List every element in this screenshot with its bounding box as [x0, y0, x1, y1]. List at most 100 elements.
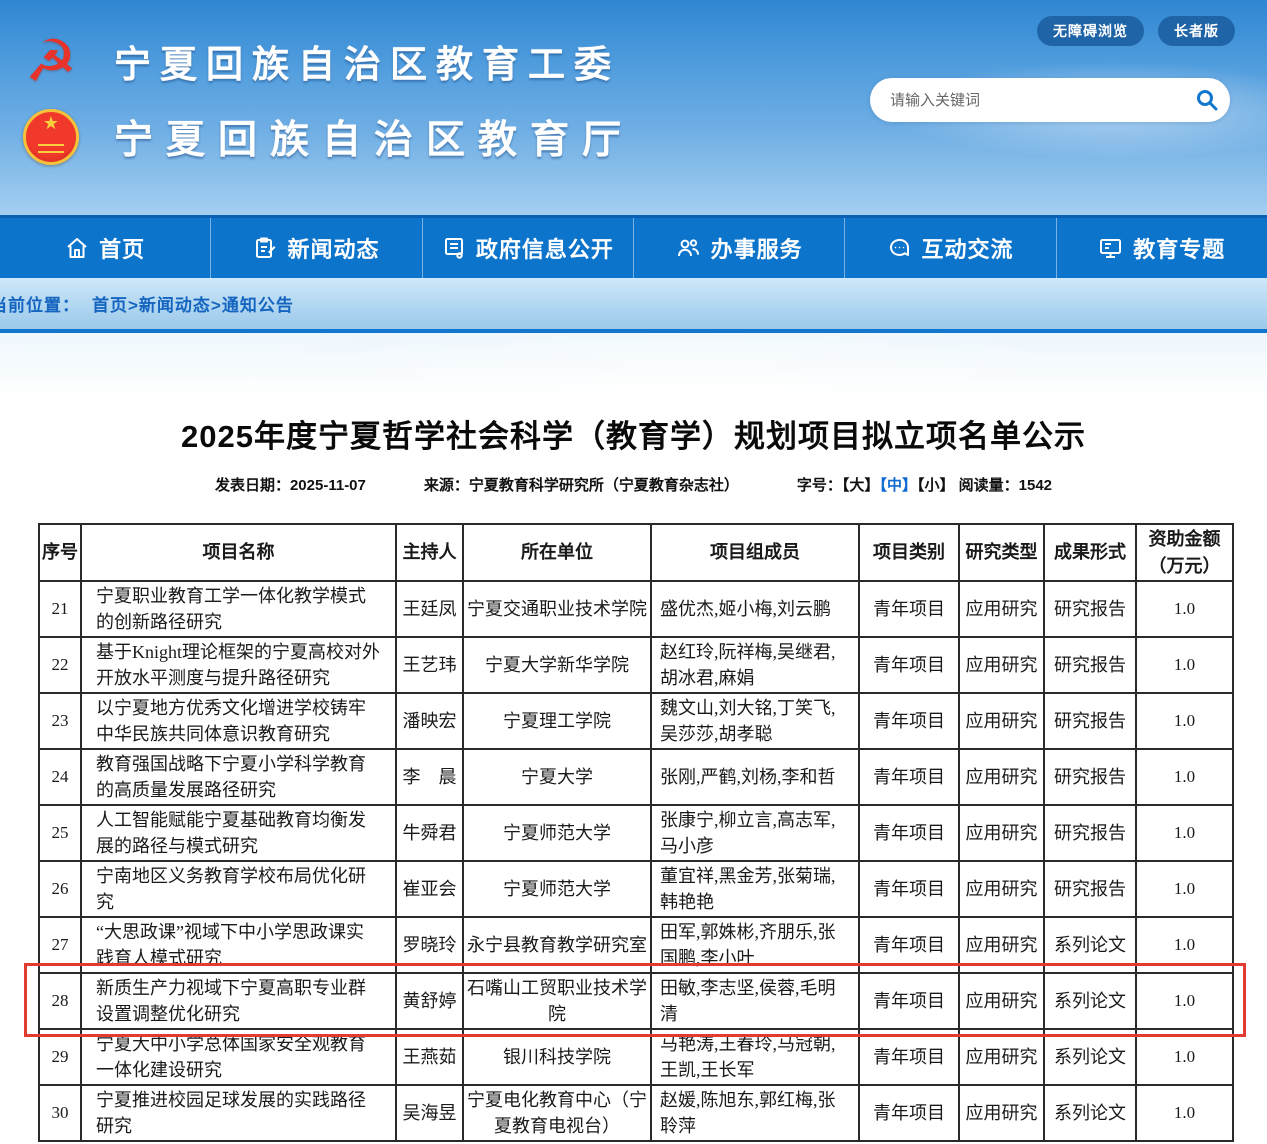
- article-source: 来源：宁夏教育科学研究所（宁夏教育杂志社）: [424, 474, 739, 495]
- cell-result-form: 研究报告: [1044, 861, 1136, 917]
- search-icon: [1195, 88, 1219, 112]
- cell-category: 青年项目: [859, 861, 959, 917]
- cell-leader: 王廷凤: [396, 581, 463, 637]
- cell-research-type: 应用研究: [959, 861, 1044, 917]
- col-header-leader: 主持人: [396, 524, 463, 581]
- nav-item-gov-info[interactable]: 政府信息公开: [422, 218, 633, 278]
- cell-org: 宁夏交通职业技术学院: [463, 581, 651, 637]
- nav-label: 互动交流: [921, 232, 1013, 264]
- accessibility-button[interactable]: 无障碍浏览: [1037, 16, 1144, 46]
- cell-leader: 李 晨: [396, 749, 463, 805]
- cell-title: 宁夏推进校园足球发展的实践路径研究: [81, 1085, 396, 1141]
- cell-category: 青年项目: [859, 973, 959, 1029]
- cell-funding: 1.0: [1136, 1029, 1233, 1085]
- cell-members: 魏文山,刘大铭,丁笑飞,吴莎莎,胡孝聪: [651, 693, 859, 749]
- table-row: 22 基于Knight理论框架的宁夏高校对外开放水平测度与提升路径研究 王艺玮 …: [39, 637, 1233, 693]
- cell-members: 田军,郭姝彬,齐朋乐,张国鹏,李小叶: [651, 917, 859, 973]
- cell-members: 马艳涛,王春玲,马冠朝,王凯,王长军: [651, 1029, 859, 1085]
- search-box: [870, 78, 1230, 122]
- cell-seq: 29: [39, 1029, 81, 1085]
- elder-version-button[interactable]: 长者版: [1158, 16, 1235, 46]
- nav-item-home[interactable]: 首页: [0, 218, 210, 278]
- table-row: 23 以宁夏地方优秀文化增进学校铸牢中华民族共同体意识教育研究 潘映宏 宁夏理工…: [39, 693, 1233, 749]
- cell-result-form: 研究报告: [1044, 693, 1136, 749]
- cell-org: 石嘴山工贸职业技术学院: [463, 973, 651, 1029]
- cell-seq: 27: [39, 917, 81, 973]
- col-header-members: 项目组成员: [651, 524, 859, 581]
- col-header-research-type: 研究类型: [959, 524, 1044, 581]
- nav-label: 新闻动态: [287, 232, 379, 264]
- cell-leader: 王艺玮: [396, 637, 463, 693]
- services-icon: [676, 236, 701, 260]
- cell-leader: 崔亚会: [396, 861, 463, 917]
- table-row: 24 教育强国战略下宁夏小学科学教育的高质量发展路径研究 李 晨 宁夏大学 张刚…: [39, 749, 1233, 805]
- cell-seq: 26: [39, 861, 81, 917]
- read-count: 阅读量：1542: [959, 477, 1052, 494]
- table-row: 27 “大思政课”视域下中小学思政课实践育人模式研究 罗晓玲 永宁县教育教学研究…: [39, 917, 1233, 973]
- cell-research-type: 应用研究: [959, 581, 1044, 637]
- cell-result-form: 系列论文: [1044, 1029, 1136, 1085]
- breadcrumb-path[interactable]: 首页>新闻动态>通知公告: [92, 291, 294, 316]
- cell-org: 宁夏师范大学: [463, 805, 651, 861]
- cell-category: 青年项目: [859, 637, 959, 693]
- nav-item-education-topics[interactable]: 教育专题: [1056, 218, 1267, 278]
- cell-members: 张康宁,柳立言,高志军,马小彦: [651, 805, 859, 861]
- nav-item-news[interactable]: 新闻动态: [210, 218, 421, 278]
- cell-result-form: 研究报告: [1044, 805, 1136, 861]
- cell-result-form: 系列论文: [1044, 1085, 1136, 1141]
- font-size-label: 字号：: [797, 477, 842, 494]
- cell-category: 青年项目: [859, 1029, 959, 1085]
- cell-members: 董宜祥,黑金芳,张菊瑞,韩艳艳: [651, 861, 859, 917]
- nav-label: 办事服务: [711, 232, 803, 264]
- font-size-large-button[interactable]: 【大】: [842, 477, 880, 494]
- nav-item-interaction[interactable]: 互动交流: [844, 218, 1055, 278]
- cell-org: 宁夏师范大学: [463, 861, 651, 917]
- font-size-medium-button[interactable]: 【中】: [879, 477, 917, 494]
- org-name-education-department: 宁夏回族自治区教育厅: [114, 109, 634, 165]
- nav-label: 政府信息公开: [476, 232, 614, 264]
- cell-result-form: 研究报告: [1044, 749, 1136, 805]
- table-row-highlighted: 28 新质生产力视域下宁夏高职专业群设置调整优化研究 黄舒婷 石嘴山工贸职业技术…: [39, 973, 1233, 1029]
- cell-title: 新质生产力视域下宁夏高职专业群设置调整优化研究: [81, 973, 396, 1029]
- cell-funding: 1.0: [1136, 1085, 1233, 1141]
- info-disclosure-icon: [442, 236, 466, 260]
- cell-leader: 潘映宏: [396, 693, 463, 749]
- cell-org: 宁夏大学新华学院: [463, 637, 651, 693]
- cell-leader: 牛舜君: [396, 805, 463, 861]
- col-header-result-form: 成果形式: [1044, 524, 1136, 581]
- cell-seq: 30: [39, 1085, 81, 1141]
- cell-research-type: 应用研究: [959, 693, 1044, 749]
- breadcrumb: 当前位置： 首页>新闻动态>通知公告: [0, 291, 294, 316]
- cell-seq: 24: [39, 749, 81, 805]
- breadcrumb-label: 当前位置：: [0, 291, 80, 316]
- font-size-small-button[interactable]: 【小】: [917, 477, 955, 494]
- org-name-education-work-committee: 宁夏回族自治区教育工委: [114, 34, 620, 88]
- article-meta: 发表日期：2025-11-07 来源：宁夏教育科学研究所（宁夏教育杂志社） 字号…: [0, 474, 1267, 495]
- search-input[interactable]: [870, 92, 1184, 109]
- nav-item-services[interactable]: 办事服务: [633, 218, 844, 278]
- col-header-seq: 序号: [39, 524, 81, 581]
- cell-seq: 25: [39, 805, 81, 861]
- cell-result-form: 系列论文: [1044, 917, 1136, 973]
- cell-members: 赵媛,陈旭东,郭红梅,张聆萍: [651, 1085, 859, 1141]
- search-button[interactable]: [1184, 78, 1230, 122]
- cell-seq: 23: [39, 693, 81, 749]
- cell-leader: 黄舒婷: [396, 973, 463, 1029]
- cell-research-type: 应用研究: [959, 805, 1044, 861]
- cell-org: 宁夏理工学院: [463, 693, 651, 749]
- education-topics-icon: [1098, 236, 1123, 260]
- cell-members: 田敏,李志坚,侯蓉,毛明清: [651, 973, 859, 1029]
- cell-category: 青年项目: [859, 917, 959, 973]
- cell-title: “大思政课”视域下中小学思政课实践育人模式研究: [81, 917, 396, 973]
- table-header-row: 序号 项目名称 主持人 所在单位 项目组成员 项目类别 研究类型 成果形式 资助…: [39, 524, 1233, 581]
- cell-funding: 1.0: [1136, 693, 1233, 749]
- cell-org: 宁夏电化教育中心（宁夏教育电视台）: [463, 1085, 651, 1141]
- cell-title: 基于Knight理论框架的宁夏高校对外开放水平测度与提升路径研究: [81, 637, 396, 693]
- cell-funding: 1.0: [1136, 749, 1233, 805]
- home-icon: [65, 236, 89, 260]
- cell-research-type: 应用研究: [959, 973, 1044, 1029]
- header-sky-banner: 无障碍浏览 长者版 ☭ 宁夏回族自治区教育工委 ★ 宁夏回族自治区教育厅 首页: [0, 0, 1267, 395]
- cell-title: 教育强国战略下宁夏小学科学教育的高质量发展路径研究: [81, 749, 396, 805]
- col-header-organization: 所在单位: [463, 524, 651, 581]
- cell-title: 宁南地区义务教育学校布局优化研究: [81, 861, 396, 917]
